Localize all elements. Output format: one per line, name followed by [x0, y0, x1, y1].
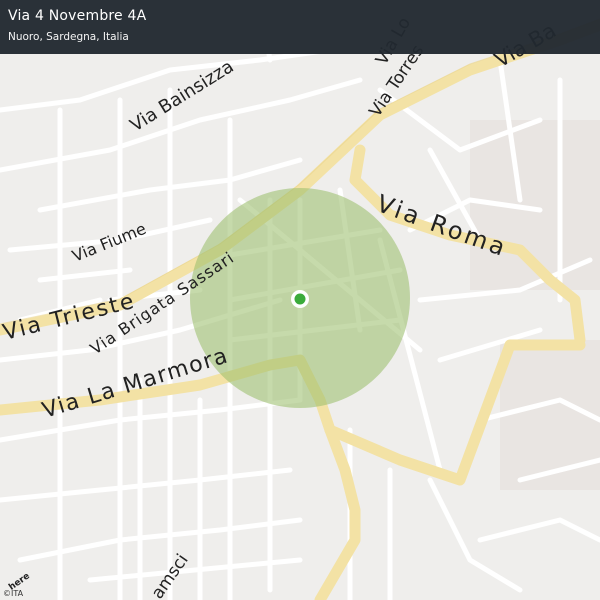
- address-header: Via 4 Novembre 4A Nuoro, Sardegna, Itali…: [0, 0, 600, 54]
- location-dot-icon[interactable]: [291, 290, 309, 308]
- map-view[interactable]: Via Bainsizza Via Fiume Via Trieste Via …: [0, 0, 600, 600]
- attribution: ©ITA: [3, 589, 24, 598]
- address-title: Via 4 Novembre 4A: [8, 8, 147, 24]
- map-canvas[interactable]: Via Bainsizza Via Fiume Via Trieste Via …: [0, 0, 600, 600]
- address-subtitle: Nuoro, Sardegna, Italia: [8, 31, 129, 43]
